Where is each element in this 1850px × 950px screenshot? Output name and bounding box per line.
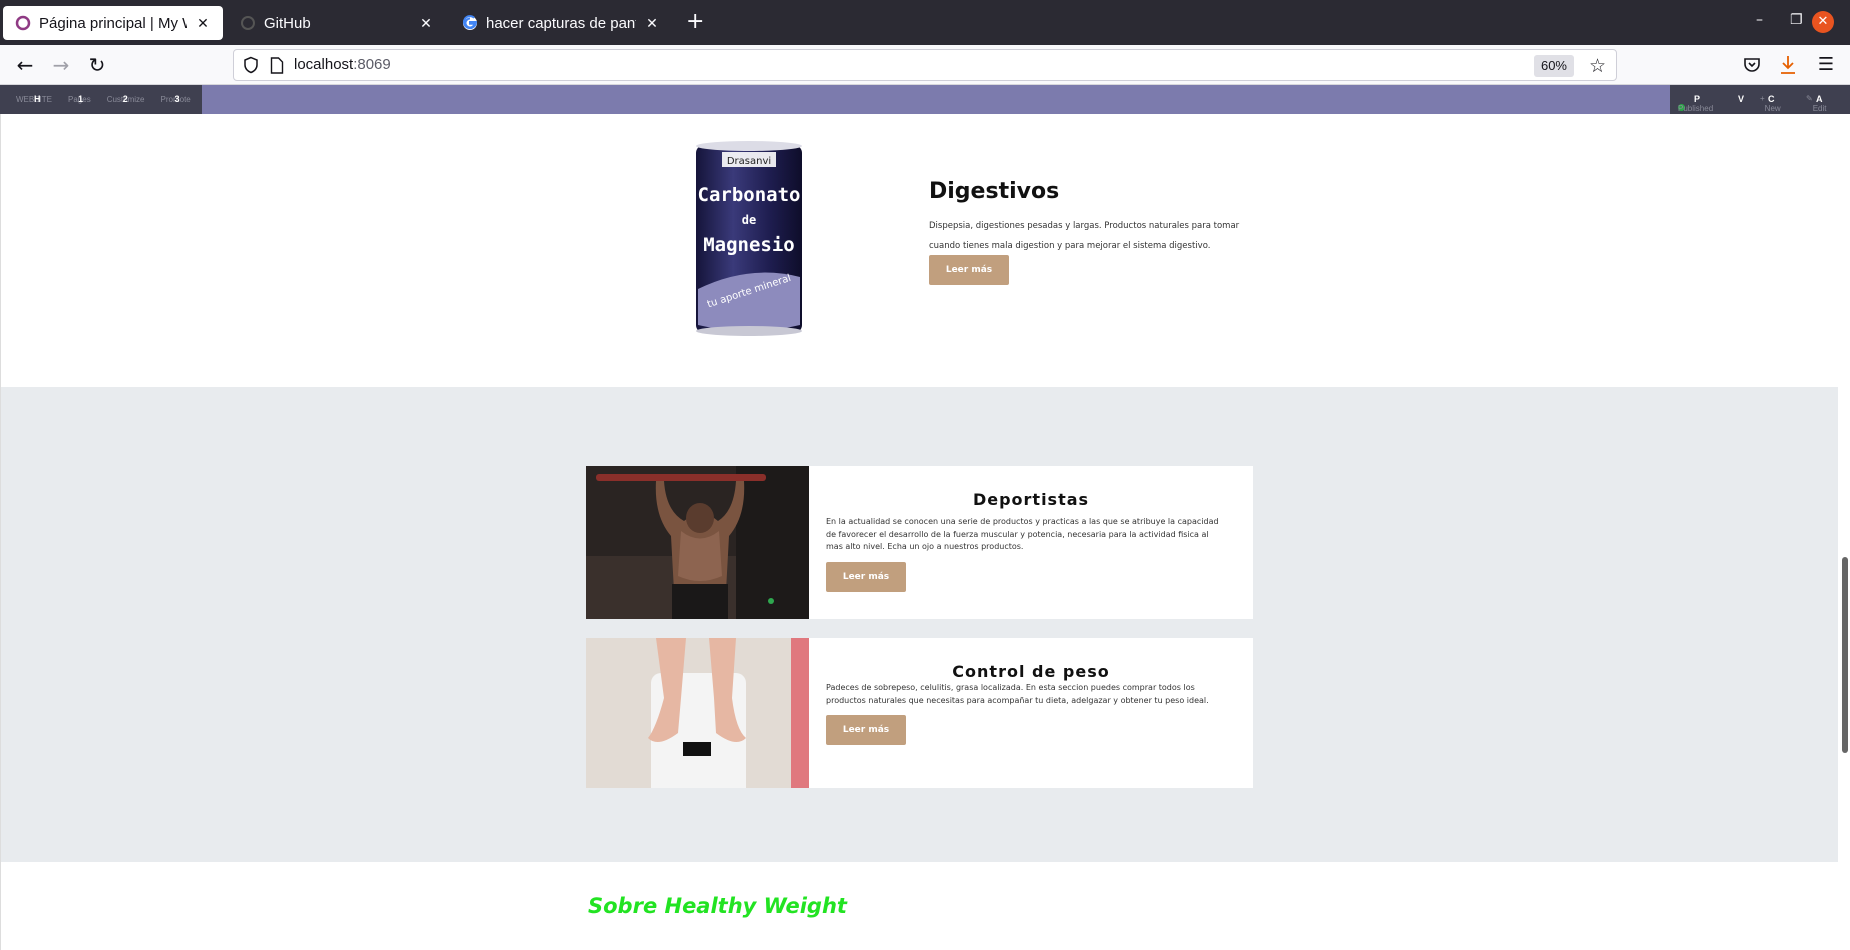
url-host: localhost [294,56,354,73]
edit-button[interactable]: ✎ Edit [1806,94,1827,113]
pocket-icon[interactable] [1742,55,1762,75]
tab-close-icon[interactable]: ✕ [418,15,434,32]
bookmark-star-icon[interactable]: ☆ [1589,55,1606,77]
control-peso-leer-mas-button[interactable]: Leer más [826,715,906,745]
shortcut-key: 2 [122,94,128,104]
tab-close-icon[interactable]: ✕ [195,15,211,32]
url-port: :8069 [353,56,391,73]
tab-title: GitHub [264,14,311,32]
menu-label: New [1764,104,1781,113]
athlete-pullup-image [586,466,809,619]
new-button[interactable]: + New [1760,94,1781,113]
back-icon[interactable]: ← [13,53,37,77]
digestivos-text: Dispepsia, digestiones pesadas y largas.… [929,221,1240,251]
page-icon[interactable] [270,57,284,74]
menu-icon[interactable]: ☰ [1814,53,1838,77]
control-peso-text: Padeces de sobrepeso, celulitis, grasa l… [826,683,1209,705]
restore-icon[interactable]: ❐ [1790,12,1803,28]
menu-pages[interactable]: Pages 1 [60,94,91,104]
browser-nav-bar: ← → ↻ localhost:8069 60% ☆ ☰ [0,45,1850,85]
tab-pagina-principal[interactable]: Página principal | My Website ✕ [3,6,223,40]
shortcut-key: H [34,94,41,104]
menu-label: Published [1678,104,1714,113]
url-text[interactable]: localhost:8069 [294,56,391,73]
can-line1-text: Carbonato [698,184,801,206]
card-deportistas: Deportistas En la actualidad se conocen … [586,466,1253,619]
address-bar[interactable]: localhost:8069 60% ☆ [233,49,1617,81]
zoom-level[interactable]: 60% [1533,55,1574,77]
can-line3-text: Magnesio [703,234,795,256]
card-control-de-peso: Control de peso Padeces de sobrepeso, ce… [586,638,1253,788]
menu-website[interactable]: WEBSITE H [8,94,52,104]
minimize-icon[interactable]: – [1756,12,1763,28]
page-scrollbar[interactable] [1842,557,1848,753]
carbonato-magnesio-can-image: Drasanvi Carbonato de Magnesio tu aporte… [696,141,802,336]
reload-icon[interactable]: ↻ [85,53,109,77]
window-close-icon[interactable]: ✕ [1812,11,1834,33]
shortcut-key: 3 [174,94,180,104]
forward-icon[interactable]: → [49,53,73,77]
sobre-healthy-weight-heading: Sobre Healthy Weight [588,894,847,918]
tab-title: hacer capturas de pantalla [486,14,636,32]
odoo-editor-bar: WEBSITE H Pages 1 Customize 2 Promote 3 Publ… [0,85,1850,114]
new-tab-icon[interactable]: + [686,10,704,34]
bathroom-scale-image [586,638,809,788]
google-favicon-icon [463,15,478,30]
deportistas-text: En la actualidad se conocen una serie de… [826,517,1219,551]
browser-tab-bar: Página principal | My Website ✕ GitHub ✕… [0,0,1850,45]
shortcut-key: 1 [78,94,84,104]
tab-close-icon[interactable]: ✕ [644,15,660,32]
menu-promote[interactable]: Promote 3 [153,94,191,104]
shortcut-key: P [1694,94,1701,104]
menu-label: Edit [1812,104,1827,113]
deportistas-title: Deportistas [972,490,1090,509]
tab-github[interactable]: GitHub ✕ [228,6,446,40]
website-page: Drasanvi Carbonato de Magnesio tu aporte… [0,114,1838,950]
tab-title: Página principal | My Website [39,14,187,32]
github-favicon-icon [241,16,255,30]
download-icon[interactable] [1778,54,1798,76]
odoo-favicon-icon [15,15,31,31]
odoo-right-menu: Published P V + New C ✎ Edit A [1670,85,1850,114]
categories-section: Deportistas En la actualidad se conocen … [1,387,1838,862]
shortcut-key: A [1816,94,1823,104]
odoo-left-menu: WEBSITE H Pages 1 Customize 2 Promote 3 [0,85,202,114]
mobile-preview-key[interactable]: V [1738,94,1744,104]
tab-hacer-capturas[interactable]: hacer capturas de pantalla ✕ [450,6,672,40]
shield-icon[interactable] [242,56,260,74]
deportistas-leer-mas-button[interactable]: Leer más [826,562,906,592]
menu-customize[interactable]: Customize 2 [99,94,145,104]
control-peso-title: Control de peso [952,662,1110,681]
digestivos-leer-mas-button[interactable]: Leer más [929,255,1009,285]
can-line2-text: de [742,213,756,227]
digestivos-title: Digestivos [929,179,1060,204]
shortcut-key: C [1768,94,1775,104]
can-brand-text: Drasanvi [727,156,771,167]
